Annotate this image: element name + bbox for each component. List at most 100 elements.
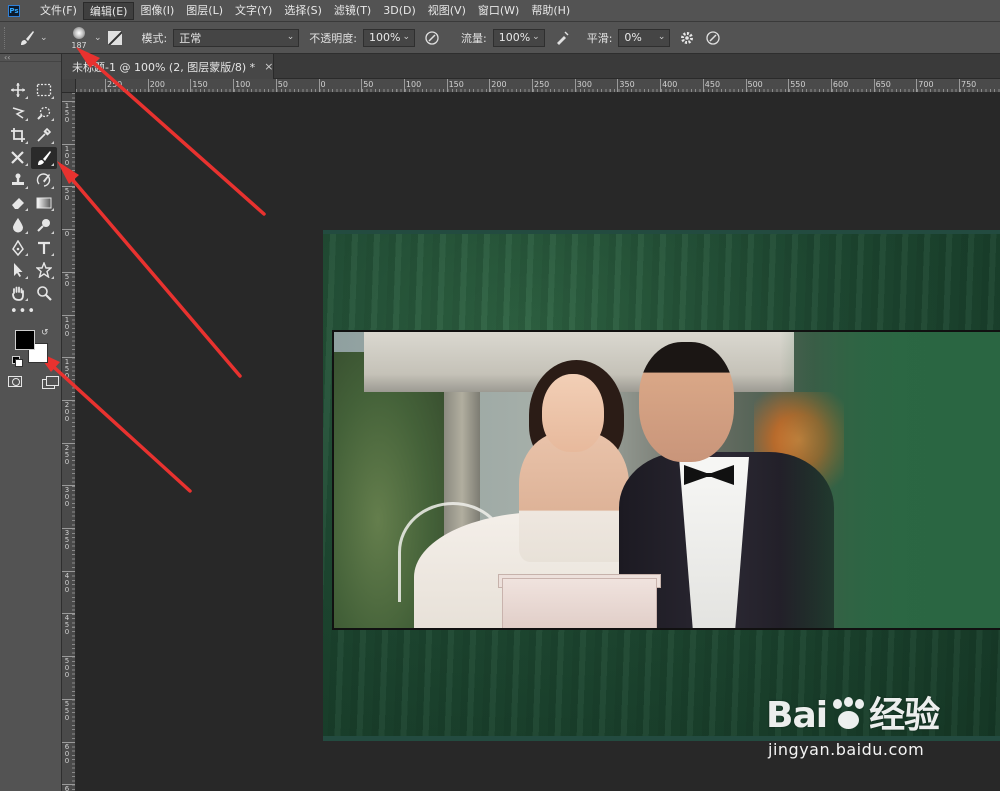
dodge-tool-icon[interactable] xyxy=(31,214,57,237)
ruler-label: 650 xyxy=(64,785,70,791)
watermark-brand-text: Bai xyxy=(766,695,828,736)
swap-colors-icon[interactable]: ↺ xyxy=(41,328,49,338)
vertical-ruler[interactable]: 150 100 50 0 50 100 150 200 250 300 350 400 450 500 55… xyxy=(62,93,76,791)
gradient-tool-icon[interactable] xyxy=(31,192,57,215)
menu-image[interactable]: 图像(I) xyxy=(134,2,180,20)
zoom-tool-icon[interactable] xyxy=(31,282,57,305)
paw-icon xyxy=(829,697,867,731)
ruler-label: 250 xyxy=(64,443,70,466)
pen-tool-icon[interactable] xyxy=(5,237,31,260)
ruler-major-tick xyxy=(788,79,790,92)
blur-tool-icon[interactable] xyxy=(5,214,31,237)
document-canvas[interactable] xyxy=(323,230,1000,741)
menu-help[interactable]: 帮助(H) xyxy=(525,2,576,20)
path-selection-tool-icon[interactable] xyxy=(5,259,31,282)
move-tool-icon[interactable] xyxy=(5,79,31,102)
quick-mask-icon[interactable] xyxy=(8,376,22,387)
toolbox-collapse-icon[interactable]: ‹‹ xyxy=(0,54,61,62)
ruler-major-tick xyxy=(318,79,320,92)
ruler-label: 0 xyxy=(64,230,70,239)
shape-tool-icon[interactable] xyxy=(31,259,57,282)
ruler-label: 350 xyxy=(619,80,635,89)
ruler-origin[interactable] xyxy=(62,79,76,93)
ruler-major-tick xyxy=(959,79,960,92)
edit-toolbar-icon[interactable]: ••• xyxy=(10,304,36,319)
ruler-major-tick xyxy=(660,79,662,92)
crop-tool-icon[interactable] xyxy=(5,124,31,147)
smoothing-label: 平滑: xyxy=(586,31,613,45)
ruler-label: 150 xyxy=(448,80,464,89)
flow-label: 流量: xyxy=(460,31,487,45)
menu-bar: Ps 文件(F) 编辑(E) 图像(I) 图层(L) 文字(Y) 选择(S) 滤… xyxy=(0,0,1000,22)
ruler-label: 500 xyxy=(747,80,763,89)
brush-icon xyxy=(21,30,34,45)
watermark-brand-suffix: 经验 xyxy=(869,695,940,736)
ruler-label: 200 xyxy=(64,400,70,423)
opacity-label: 不透明度: xyxy=(309,31,357,45)
opacity-field[interactable]: 100% ⌄ xyxy=(362,28,415,47)
chevron-down-icon: ⌄ xyxy=(286,31,295,42)
ruler-major-tick xyxy=(233,79,235,92)
hand-tool-icon[interactable] xyxy=(5,282,31,305)
pressure-opacity-icon[interactable] xyxy=(423,29,441,47)
default-colors-icon[interactable] xyxy=(12,356,23,367)
brush-preset-picker[interactable]: 187 xyxy=(68,25,90,51)
photo-bride-face xyxy=(542,374,604,452)
ruler-major-tick xyxy=(702,79,704,92)
ruler-label: 350 xyxy=(64,529,70,551)
menu-window[interactable]: 窗口(W) xyxy=(472,2,525,20)
color-swatches: ↺ xyxy=(12,328,56,368)
ruler-label: 50 xyxy=(64,272,70,288)
tool-preset-picker[interactable]: ⌄ xyxy=(18,29,54,47)
healing-tool-icon[interactable] xyxy=(5,147,31,170)
ruler-major-tick xyxy=(275,79,277,92)
lasso-tool-icon[interactable] xyxy=(5,102,31,125)
mode-select[interactable]: 正常 ⌄ xyxy=(173,28,300,47)
tool-grid xyxy=(5,79,57,304)
ruler-label: 50 xyxy=(64,187,70,203)
quick-selection-tool-icon[interactable] xyxy=(31,102,57,125)
ruler-label: 150 xyxy=(64,102,70,124)
menu-layer[interactable]: 图层(L) xyxy=(180,2,229,20)
menu-view[interactable]: 视图(V) xyxy=(422,2,472,20)
pressure-size-icon[interactable] xyxy=(704,29,722,47)
ruler-label: 700 xyxy=(918,80,934,89)
eraser-tool-icon[interactable] xyxy=(5,192,31,215)
photoshop-logo[interactable]: Ps xyxy=(8,4,20,17)
brush-tool-icon[interactable] xyxy=(31,146,57,169)
ruler-label: 50 xyxy=(277,80,288,89)
smoothing-value: 0% xyxy=(624,31,642,44)
document-tab[interactable]: 未标题-1 @ 100% (2, 图层蒙版/8) * × xyxy=(62,54,274,79)
ruler-major-tick xyxy=(830,79,832,92)
menu-3d[interactable]: 3D(D) xyxy=(377,2,422,20)
smoothing-field[interactable]: 0% ⌄ xyxy=(618,28,671,47)
close-icon[interactable]: × xyxy=(264,60,273,73)
eyedropper-tool-icon[interactable] xyxy=(31,124,57,147)
ruler-label: 600 xyxy=(64,742,70,765)
history-brush-tool-icon[interactable] xyxy=(31,169,57,192)
gear-icon[interactable] xyxy=(678,29,696,47)
ruler-label: 400 xyxy=(64,571,70,594)
airbrush-icon[interactable] xyxy=(553,29,571,47)
menu-type[interactable]: 文字(Y) xyxy=(229,2,278,20)
watermark-logo: Bai 经验 xyxy=(766,686,940,738)
baidu-jingyan-watermark: Bai 经验 jingyan.baidu.com xyxy=(766,682,986,772)
menu-filter[interactable]: 滤镜(T) xyxy=(328,2,377,20)
stamp-tool-icon[interactable] xyxy=(5,169,31,192)
options-bar-grip[interactable] xyxy=(4,26,8,49)
menu-edit[interactable]: 编辑(E) xyxy=(82,1,135,20)
marquee-tool-icon[interactable] xyxy=(31,79,57,102)
ruler-label: 100 xyxy=(405,80,422,89)
ruler-major-tick xyxy=(361,79,363,92)
menu-file[interactable]: 文件(F) xyxy=(34,2,83,20)
brush-picker-chevron-icon[interactable]: ⌄ xyxy=(94,33,102,43)
type-tool-icon[interactable] xyxy=(31,237,57,260)
screen-mode-icon[interactable] xyxy=(42,376,59,389)
flow-field[interactable]: 100% ⌄ xyxy=(492,28,545,47)
foreground-color-swatch[interactable] xyxy=(15,330,35,350)
ruler-label: 150 xyxy=(192,80,208,89)
brush-settings-panel-icon[interactable] xyxy=(107,30,122,45)
document-tab-title: 未标题-1 @ 100% (2, 图层蒙版/8) * xyxy=(72,60,256,74)
horizontal-ruler[interactable]: 250 200 150 100 50 0 50 100 150 200 250 300 350 400 45… xyxy=(76,79,1000,93)
menu-select[interactable]: 选择(S) xyxy=(278,2,328,20)
